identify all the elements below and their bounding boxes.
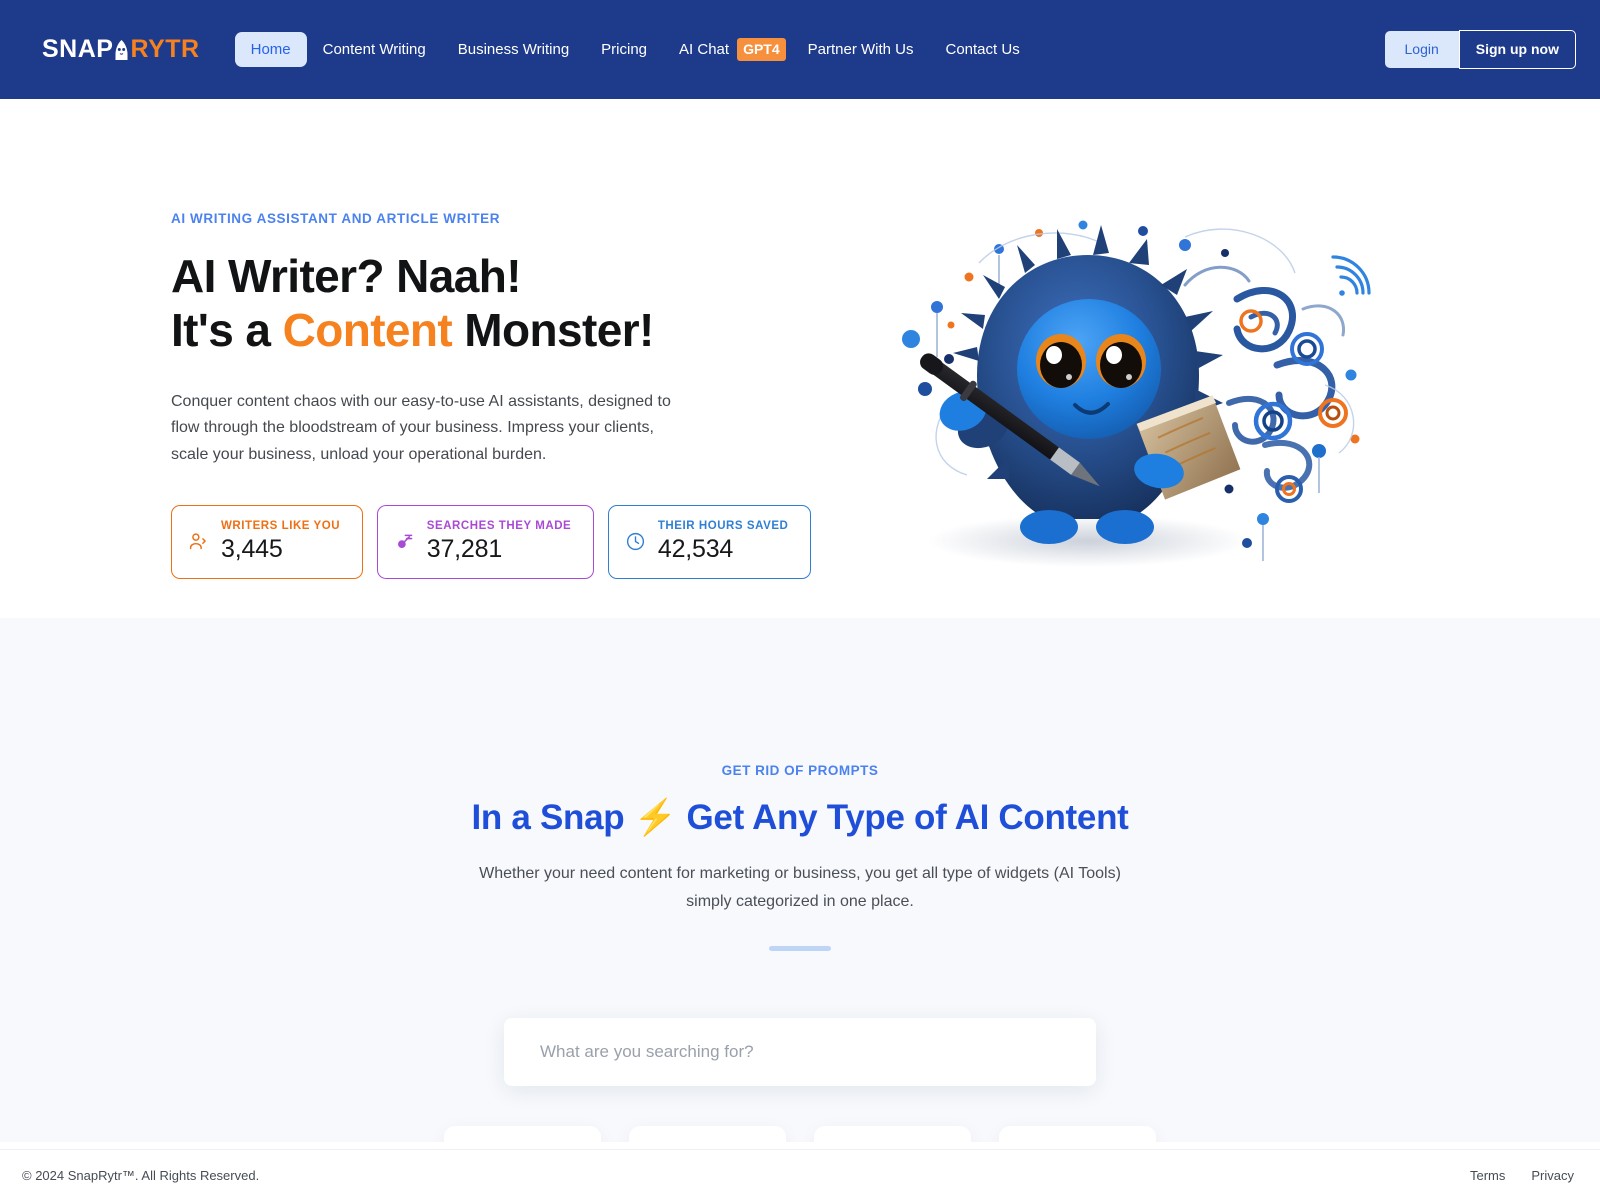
stat-card-hours-saved-value: 42,534 — [657, 535, 734, 564]
tool-category-card[interactable] — [999, 1126, 1156, 1142]
search-icon — [394, 531, 415, 552]
nav-item-business-writing[interactable]: Business Writing — [442, 32, 585, 67]
nav-item-ai-chat-badge: GPT4 — [737, 38, 786, 61]
footer-copyright: © 2024 SnapRytr™. All Rights Reserved. — [22, 1167, 260, 1183]
tools-title-pre: In a Snap — [471, 798, 634, 837]
nav-item-home[interactable]: Home — [234, 32, 307, 67]
nav-item-contact-us-label: Contact Us — [945, 41, 1020, 58]
nav-item-content-writing-label: Content Writing — [322, 41, 426, 58]
stat-card-hours-saved: THEIR HOURS SAVED 42,534 — [607, 505, 812, 580]
stat-card-writers-value: 3,445 — [221, 535, 283, 564]
lightning-bolt-icon: ⚡ — [633, 798, 678, 837]
hero-text-column: AI WRITING ASSISTANT AND ARTICLE WRITER … — [171, 211, 812, 580]
tool-category-card-featured[interactable] — [814, 1126, 971, 1142]
hero-title-line2-pre: It's a — [171, 304, 283, 357]
tools-section-title: In a Snap ⚡ Get Any Type of AI Content — [0, 797, 1600, 838]
nav-item-partner-with-us-label: Partner With Us — [807, 41, 914, 58]
hero-title-accent-word: Content — [282, 304, 453, 357]
stat-card-searches-value: 37,281 — [426, 535, 503, 564]
hero-section: AI WRITING ASSISTANT AND ARTICLE WRITER … — [0, 99, 1600, 618]
tools-search-container — [504, 1018, 1096, 1086]
login-button[interactable]: Login — [1384, 31, 1459, 68]
hero-eyebrow: AI WRITING ASSISTANT AND ARTICLE WRITER — [171, 211, 501, 226]
nav-item-partner-with-us[interactable]: Partner With Us — [792, 32, 930, 67]
section-divider — [769, 946, 831, 951]
footer-links: Terms Privacy — [1470, 1168, 1574, 1183]
logo-text-rytr: RYTR — [130, 35, 200, 63]
tool-category-card-row — [0, 1126, 1600, 1142]
hero-title: AI Writer? Naah! It's a Content Monster! — [171, 249, 811, 358]
nav-item-ai-chat-label: AI Chat — [679, 41, 730, 58]
nav-item-business-writing-label: Business Writing — [457, 41, 570, 58]
tool-category-card[interactable] — [444, 1126, 601, 1142]
user-icon — [188, 531, 209, 552]
hero-title-line1: AI Writer? Naah! — [171, 250, 522, 302]
stat-card-searches-label: SEARCHES THEY MADE — [426, 520, 572, 533]
nav-item-content-writing[interactable]: Content Writing — [307, 32, 442, 67]
primary-nav-links: Home Content Writing Business Writing Pr… — [234, 28, 1385, 71]
nav-item-contact-us[interactable]: Contact Us — [930, 32, 1036, 67]
clock-icon — [625, 531, 646, 552]
nav-action-buttons: Login Sign up now — [1384, 30, 1576, 69]
hero-description: Conquer content chaos with our easy-to-u… — [171, 392, 671, 464]
tools-section-description: Whether your need content for marketing … — [479, 865, 1121, 910]
stat-card-hours-saved-label: THEIR HOURS SAVED — [657, 520, 789, 533]
footer-link-terms[interactable]: Terms — [1470, 1168, 1505, 1183]
nav-item-pricing-label: Pricing — [601, 41, 648, 58]
tool-category-card[interactable] — [629, 1126, 786, 1142]
nav-item-home-label: Home — [250, 41, 291, 58]
monster-mascot-illustration — [833, 189, 1393, 589]
nav-item-pricing[interactable]: Pricing — [585, 32, 663, 67]
tools-section-eyebrow: GET RID OF PROMPTS — [721, 763, 879, 778]
hero-title-line2-post: Monster! — [452, 304, 654, 357]
ai-tools-section: GET RID OF PROMPTS In a Snap ⚡ Get Any T… — [0, 618, 1600, 1142]
stat-card-searches: SEARCHES THEY MADE 37,281 — [376, 505, 594, 580]
hero-illustration-column — [833, 189, 1600, 589]
tools-search-input[interactable] — [504, 1018, 1096, 1086]
logo-monster-mark-icon — [112, 39, 131, 61]
stat-card-writers-label: WRITERS LIKE YOU — [221, 520, 341, 533]
logo-text-snap: SNAP — [42, 35, 114, 63]
signup-button[interactable]: Sign up now — [1458, 30, 1576, 69]
footer-link-privacy[interactable]: Privacy — [1531, 1168, 1574, 1183]
hero-stat-cards: WRITERS LIKE YOU 3,445 SEARCHES THEY MAD… — [171, 505, 812, 580]
brand-logo[interactable]: SNAP RYTR — [42, 35, 200, 64]
stat-card-writers: WRITERS LIKE YOU 3,445 — [171, 505, 363, 580]
nav-item-ai-chat[interactable]: AI Chat GPT4 — [663, 28, 792, 71]
page-footer: © 2024 SnapRytr™. All Rights Reserved. T… — [0, 1149, 1600, 1200]
top-navigation-bar: SNAP RYTR Home Content Writing Business … — [0, 0, 1600, 99]
tools-title-post: Get Any Type of AI Content — [677, 798, 1129, 837]
